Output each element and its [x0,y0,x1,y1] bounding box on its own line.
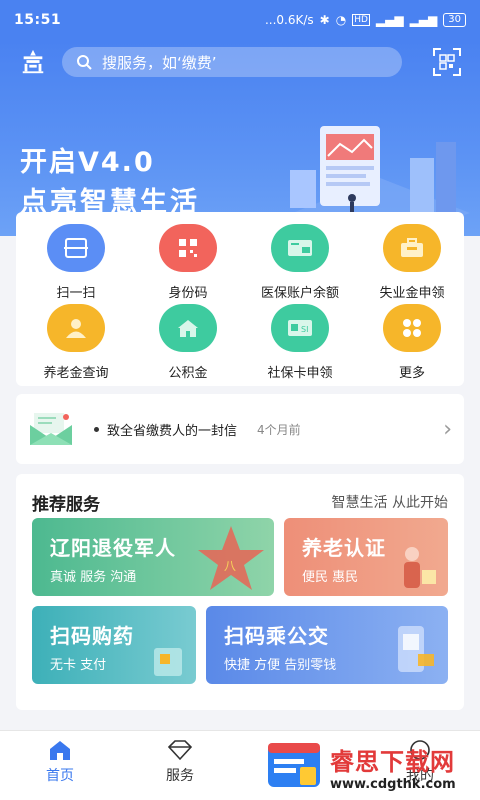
service-social-card[interactable]: SI 社保卡申领 [244,304,356,381]
service-medical-balance[interactable]: 医保账户余额 [244,224,356,301]
service-grid: 扫一扫 身份码 医保账户余额 失业金申领 养老金查询 公积金 SI 社保卡申领 [16,212,464,386]
tile-title: 扫码乘公交 [224,624,329,648]
network-speed: ...0.6K/s [264,13,314,27]
tile-veterans[interactable]: 辽阳退役军人 真诚 服务 沟通 八 [32,518,274,596]
home-icon [50,741,70,760]
tile-bus-scan[interactable]: 扫码乘公交 快捷 方便 告别零钱 [206,606,448,684]
tab-label: 首页 [46,768,74,784]
tile-desc: 快捷 方便 告别零钱 [224,658,337,673]
section-title: 推荐服务 [32,495,100,515]
service-label: 医保账户余额 [260,286,339,301]
service-label: 公积金 [168,366,208,381]
service-pension-query[interactable]: 养老金查询 [20,304,132,381]
status-bar: 15:51 ...0.6K/s ✱ ◔ HD ▂▄▆ ▂▄▆ 30 [0,0,480,40]
scan-icon [47,224,105,272]
svg-text:八: 八 [224,559,236,573]
service-more[interactable]: 更多 [356,304,468,381]
tile-desc: 便民 惠民 [302,570,359,585]
service-scan[interactable]: 扫一扫 [20,224,132,301]
more-grid-icon [383,304,441,352]
watermark-url: www.cdgthk.com [330,777,456,792]
battery-icon: 30 [443,13,466,27]
elderly-person-icon [47,304,105,352]
top-header: 搜服务，如‘缴费’ [0,44,480,80]
qr-scan-icon[interactable] [432,47,462,77]
service-label: 社保卡申领 [267,366,333,381]
search-bar[interactable]: 搜服务，如‘缴费’ [62,47,402,77]
status-time: 15:51 [14,12,62,28]
alarm-icon: ◔ [335,13,347,27]
service-label: 养老金查询 [43,366,109,381]
social-card-icon: SI [271,304,329,352]
tile-desc: 无卡 支付 [50,658,107,673]
tile-title: 扫码购药 [50,624,134,648]
recommend-section: 推荐服务 智慧生活 从此开始 辽阳退役军人 真诚 服务 沟通 八 养老认证 便民… [16,474,464,710]
hd-icon: HD [352,14,370,26]
diamond-icon [167,740,193,761]
bullet-dot [94,426,99,432]
service-id-code[interactable]: 身份码 [132,224,244,301]
tab-services[interactable]: 服务 [120,731,240,800]
envelope-icon [30,413,72,445]
house-icon [159,304,217,352]
search-icon [77,55,92,70]
pharmacy-icon [154,648,182,676]
notice-text: 致全省缴费人的一封信 [107,423,238,439]
briefcase-icon [383,224,441,272]
search-placeholder: 搜服务，如‘缴费’ [102,53,217,72]
elderly-couple-icon [404,547,436,588]
bluetooth-icon: ✱ [319,13,330,27]
signal-icon: ▂▄▆ [375,13,404,27]
service-housing-fund[interactable]: 公积金 [132,304,244,381]
service-label: 更多 [398,366,425,381]
status-indicators: ...0.6K/s ✱ ◔ HD ▂▄▆ ▂▄▆ 30 [265,13,466,27]
watermark: 睿思下载网 www.cdgthk.com [262,734,480,800]
tile-elderly-auth[interactable]: 养老认证 便民 惠民 [284,518,448,596]
watermark-logo-icon [268,743,320,787]
service-label: 失业金申领 [379,286,445,301]
chevron-right-icon: › [443,416,452,442]
service-label: 身份码 [168,286,208,301]
phone-payment-icon [398,626,434,672]
section-subtitle: 智慧生活 从此开始 [331,495,448,511]
service-label: 扫一扫 [56,286,96,301]
tile-title: 养老认证 [302,536,386,560]
tab-label: 服务 [166,768,194,784]
qr-code-icon [159,224,217,272]
red-star-icon: 八 [198,526,264,590]
service-unemployment[interactable]: 失业金申领 [356,224,468,301]
tile-desc: 真诚 服务 沟通 [50,570,137,585]
notice-time: 4个月前 [257,422,301,437]
svg-text:SI: SI [301,325,308,334]
tab-home[interactable]: 首页 [0,731,120,800]
signal-icon-2: ▂▄▆ [409,13,438,27]
watermark-text: 睿思下载网 [330,748,455,776]
tile-buy-medicine[interactable]: 扫码购药 无卡 支付 [32,606,196,684]
notice-item[interactable]: 致全省缴费人的一封信 4个月前 › [16,394,464,464]
app-logo-icon[interactable] [18,47,48,77]
banner-line1: 开启V4.0 [20,147,155,178]
tile-title: 辽阳退役军人 [50,536,176,560]
medical-card-icon [271,224,329,272]
